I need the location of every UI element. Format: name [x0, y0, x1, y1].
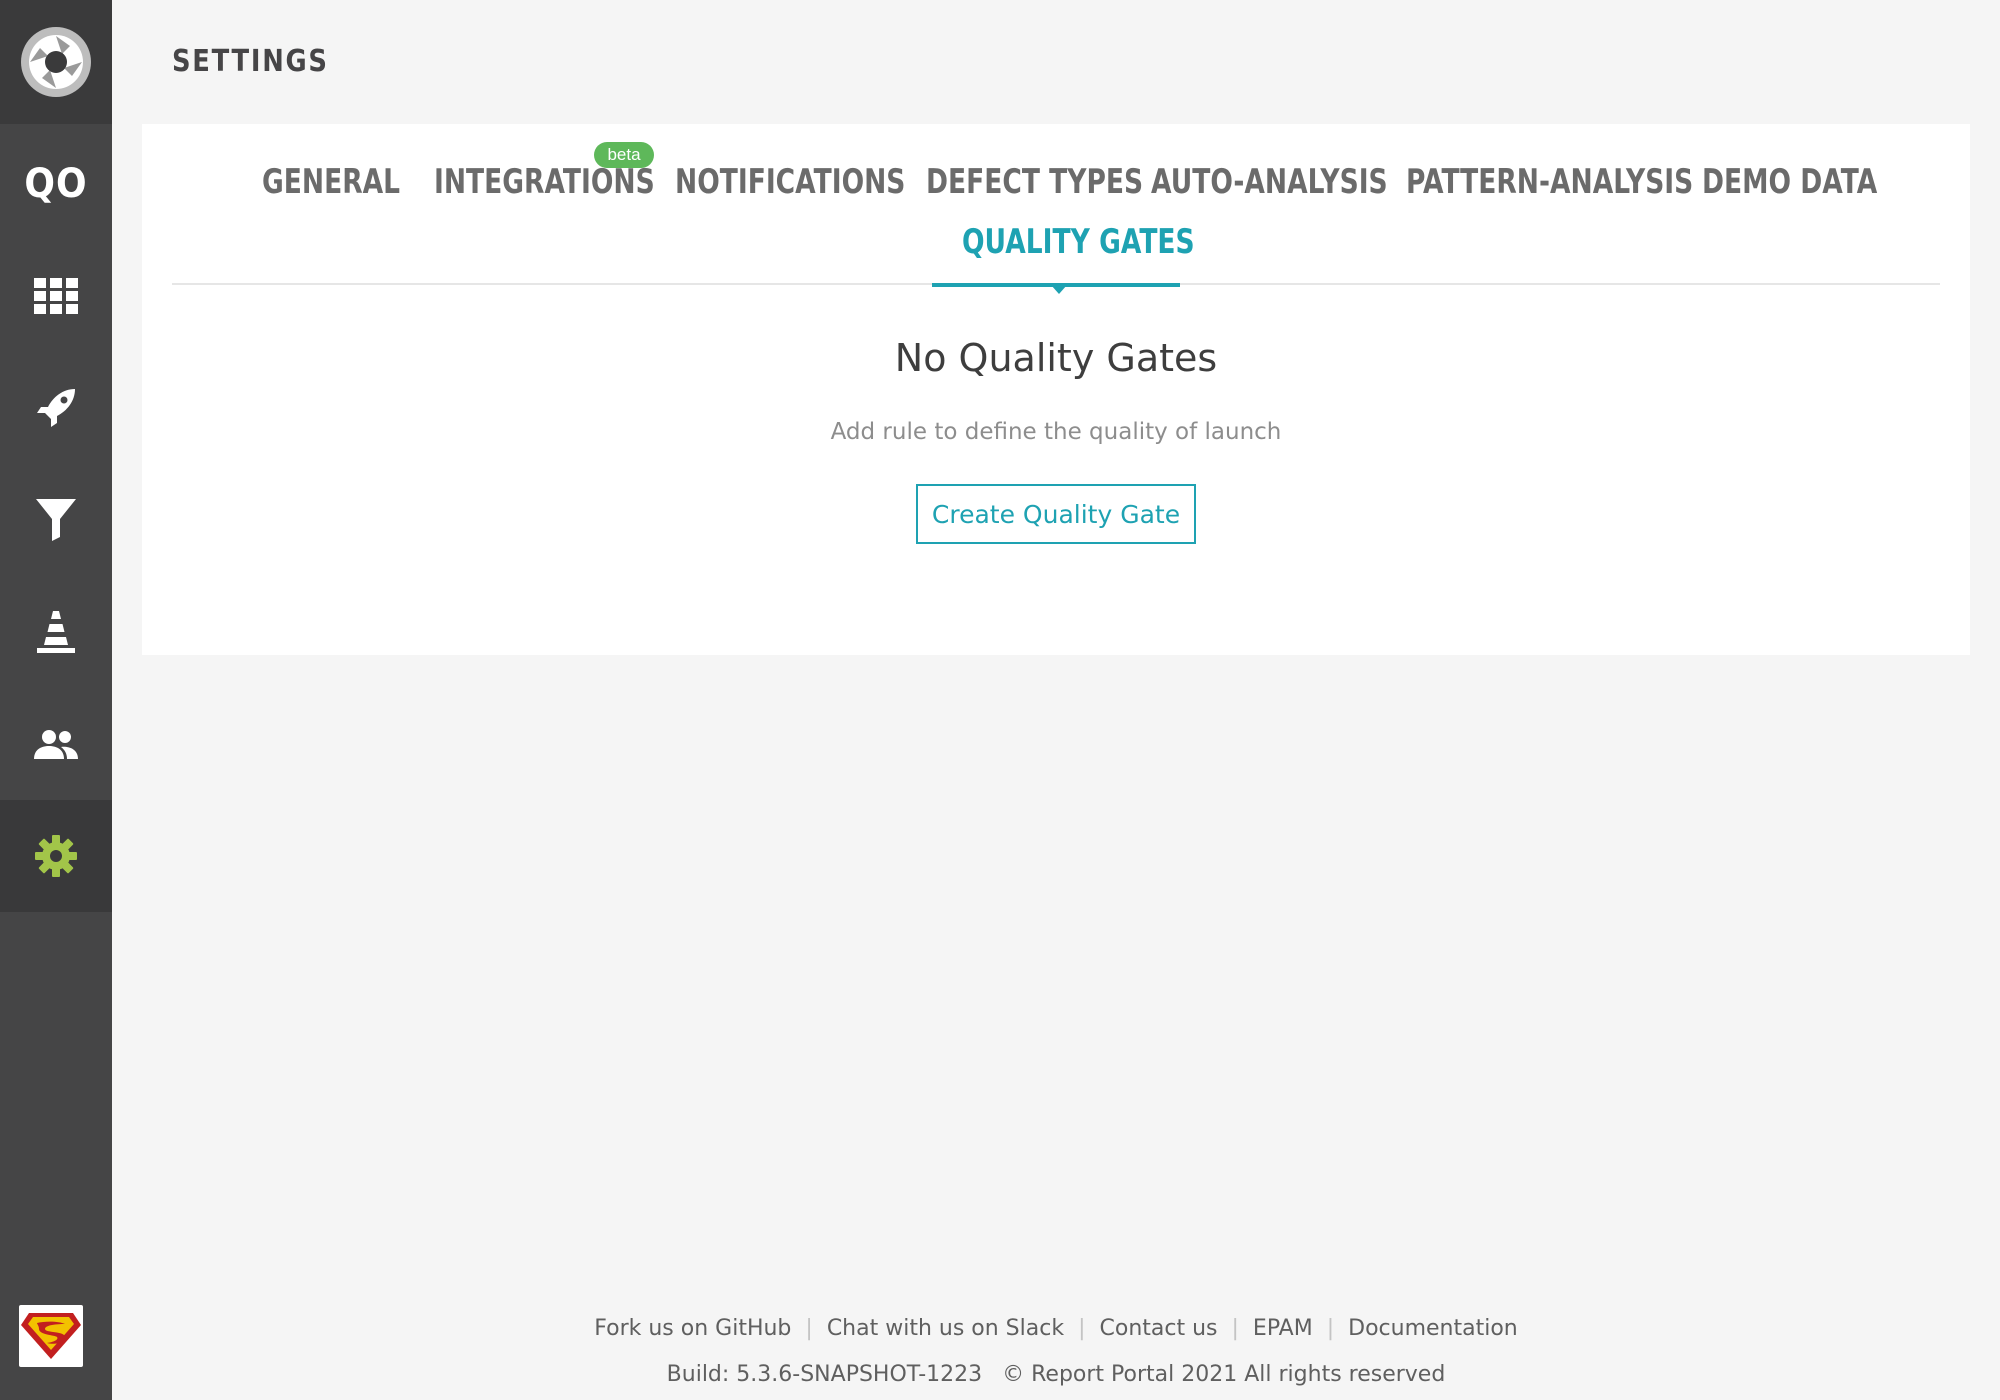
- rocket-icon: [37, 389, 75, 427]
- tab-quality-gates[interactable]: QUALITY GATES: [962, 222, 1195, 272]
- footer-build-info: Build: 5.3.6-SNAPSHOT-1223 © Report Porta…: [112, 1362, 2000, 1387]
- footer-separator: |: [1078, 1316, 1086, 1341]
- people-icon: [34, 730, 78, 759]
- tab-pattern-analysis[interactable]: PATTERN-ANALYSIS: [1406, 162, 1693, 212]
- footer-link-documentation[interactable]: Documentation: [1348, 1316, 1518, 1341]
- sidebar-item-filters[interactable]: [0, 464, 112, 576]
- project-abbr: QO: [24, 161, 88, 207]
- tab-notifications[interactable]: NOTIFICATIONS: [675, 162, 905, 212]
- gear-icon: [35, 835, 77, 877]
- grid-icon: [34, 278, 78, 314]
- footer-links: Fork us on GitHub | Chat with us on Slack |…: [112, 1316, 2000, 1341]
- project-selector[interactable]: QO: [0, 128, 112, 240]
- active-tab-caret-icon: [1051, 285, 1067, 294]
- sidebar-item-settings[interactable]: [0, 800, 112, 912]
- page-title: SETTINGS: [172, 44, 329, 79]
- tab-integrations[interactable]: INTEGRATIONS: [434, 162, 655, 212]
- sidebar-item-members[interactable]: [0, 688, 112, 800]
- report-portal-aperture-icon: [21, 27, 91, 97]
- footer-link-github[interactable]: Fork us on GitHub: [594, 1316, 791, 1341]
- cone-icon: [37, 611, 75, 653]
- beta-badge: beta: [594, 142, 654, 168]
- tab-general[interactable]: GENERAL: [262, 162, 400, 212]
- sidebar-item-debug[interactable]: [0, 576, 112, 688]
- footer-link-contact[interactable]: Contact us: [1100, 1316, 1218, 1341]
- sidebar-item-launches[interactable]: [0, 352, 112, 464]
- superman-avatar-icon: [21, 1313, 81, 1359]
- copyright: © Report Portal 2021 All rights reserved: [1002, 1362, 1446, 1387]
- footer-separator: |: [1326, 1316, 1335, 1341]
- tab-demo-data[interactable]: DEMO DATA: [1702, 162, 1877, 212]
- app-logo[interactable]: [0, 0, 112, 124]
- filter-icon: [36, 499, 76, 541]
- create-quality-gate-button[interactable]: Create Quality Gate: [916, 484, 1196, 544]
- sidebar-item-dashboards[interactable]: [0, 240, 112, 352]
- user-avatar[interactable]: [19, 1305, 83, 1367]
- footer-separator: |: [1231, 1316, 1239, 1341]
- empty-state-title: No Quality Gates: [894, 336, 1218, 380]
- build-version: Build: 5.3.6-SNAPSHOT-1223: [666, 1362, 983, 1387]
- footer-link-epam[interactable]: EPAM: [1253, 1316, 1313, 1341]
- empty-state-subtitle: Add rule to define the quality of launch: [830, 419, 1282, 445]
- tab-auto-analysis[interactable]: AUTO-ANALYSIS: [1151, 162, 1388, 212]
- sidebar: QO: [0, 0, 112, 1400]
- footer-separator: |: [805, 1316, 813, 1341]
- footer-link-slack[interactable]: Chat with us on Slack: [827, 1316, 1064, 1341]
- tab-defect-types[interactable]: DEFECT TYPES: [926, 162, 1143, 212]
